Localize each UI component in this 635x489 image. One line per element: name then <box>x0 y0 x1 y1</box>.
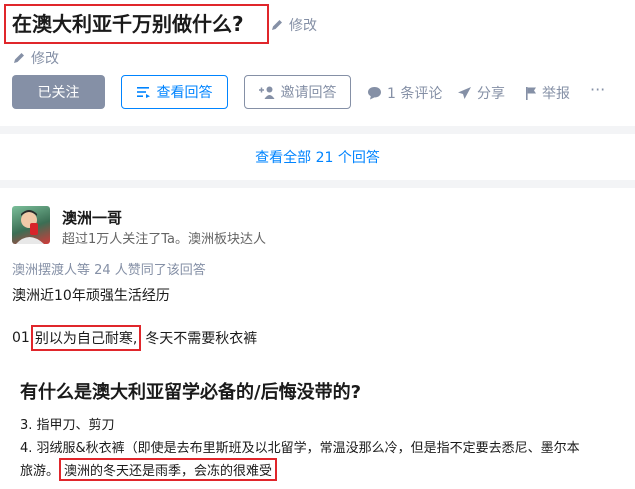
more-icon: ··· <box>590 80 606 99</box>
item-number: 01 <box>12 330 30 346</box>
list-item: 旅游。 澳洲的冬天还是雨季，会冻的很难受 <box>20 458 278 481</box>
list-item: 3. 指甲刀、剪刀 <box>20 418 115 433</box>
edit-label: 修改 <box>289 18 317 34</box>
second-question-heading: 有什么是澳大利亚留学必备的/后悔没带的? <box>20 382 362 403</box>
highlighted-phrase: 澳洲的冬天还是雨季，会冻的很难受 <box>59 458 278 481</box>
list-icon <box>136 87 150 98</box>
edit-label: 修改 <box>31 51 59 67</box>
upvote-summary: 澳洲摆渡人等 24 人赞同了该回答 <box>12 263 206 278</box>
author-bio: 超过1万人关注了Ta。澳洲板块达人 <box>62 232 267 247</box>
item-rest: 冬天不需要秋衣裤 <box>145 331 258 347</box>
paper-plane-icon <box>458 87 471 99</box>
share-label: 分享 <box>477 86 505 102</box>
list-item: 4. 羽绒服&秋衣裤（即使是去布里斯班及以北留学，常温没那么冷，但是指不定要去悉… <box>20 441 580 456</box>
share-button[interactable]: 分享 <box>457 83 505 103</box>
comment-button[interactable]: 1 条评论 <box>367 83 442 103</box>
avatar[interactable] <box>12 206 50 244</box>
question-title: 在澳大利亚千万别做什么? <box>4 4 269 44</box>
view-answers-button[interactable]: 查看回答 <box>121 75 228 109</box>
line-prefix: 旅游。 <box>20 464 60 479</box>
edit-description-link[interactable]: 修改 <box>12 48 59 68</box>
edit-question-link[interactable]: 修改 <box>270 15 317 35</box>
flag-icon <box>526 87 536 100</box>
report-button[interactable]: 举报 <box>525 83 570 103</box>
add-person-icon <box>258 86 274 99</box>
divider <box>0 180 635 188</box>
pencil-icon <box>272 20 282 30</box>
followed-label: 已关注 <box>37 85 80 101</box>
invite-label: 邀请回答 <box>280 85 337 101</box>
pencil-icon <box>14 53 24 63</box>
highlighted-phrase: 别以为自己耐寒, <box>30 325 142 351</box>
answer-item: 01 别以为自己耐寒, 冬天不需要秋衣裤 <box>12 325 257 351</box>
divider <box>0 126 635 134</box>
author-name[interactable]: 澳洲一哥 <box>62 207 122 228</box>
report-label: 举报 <box>542 86 570 102</box>
comment-label: 1 条评论 <box>387 86 443 102</box>
comment-icon <box>368 87 381 100</box>
answer-line: 澳洲近10年顽强生活经历 <box>12 288 170 304</box>
view-answers-label: 查看回答 <box>156 85 213 101</box>
invite-answer-button[interactable]: 邀请回答 <box>244 75 351 109</box>
followed-button[interactable]: 已关注 <box>12 75 105 109</box>
more-button[interactable]: ··· <box>590 80 605 99</box>
view-all-answers-link[interactable]: 查看全部 21 个回答 <box>0 140 635 176</box>
